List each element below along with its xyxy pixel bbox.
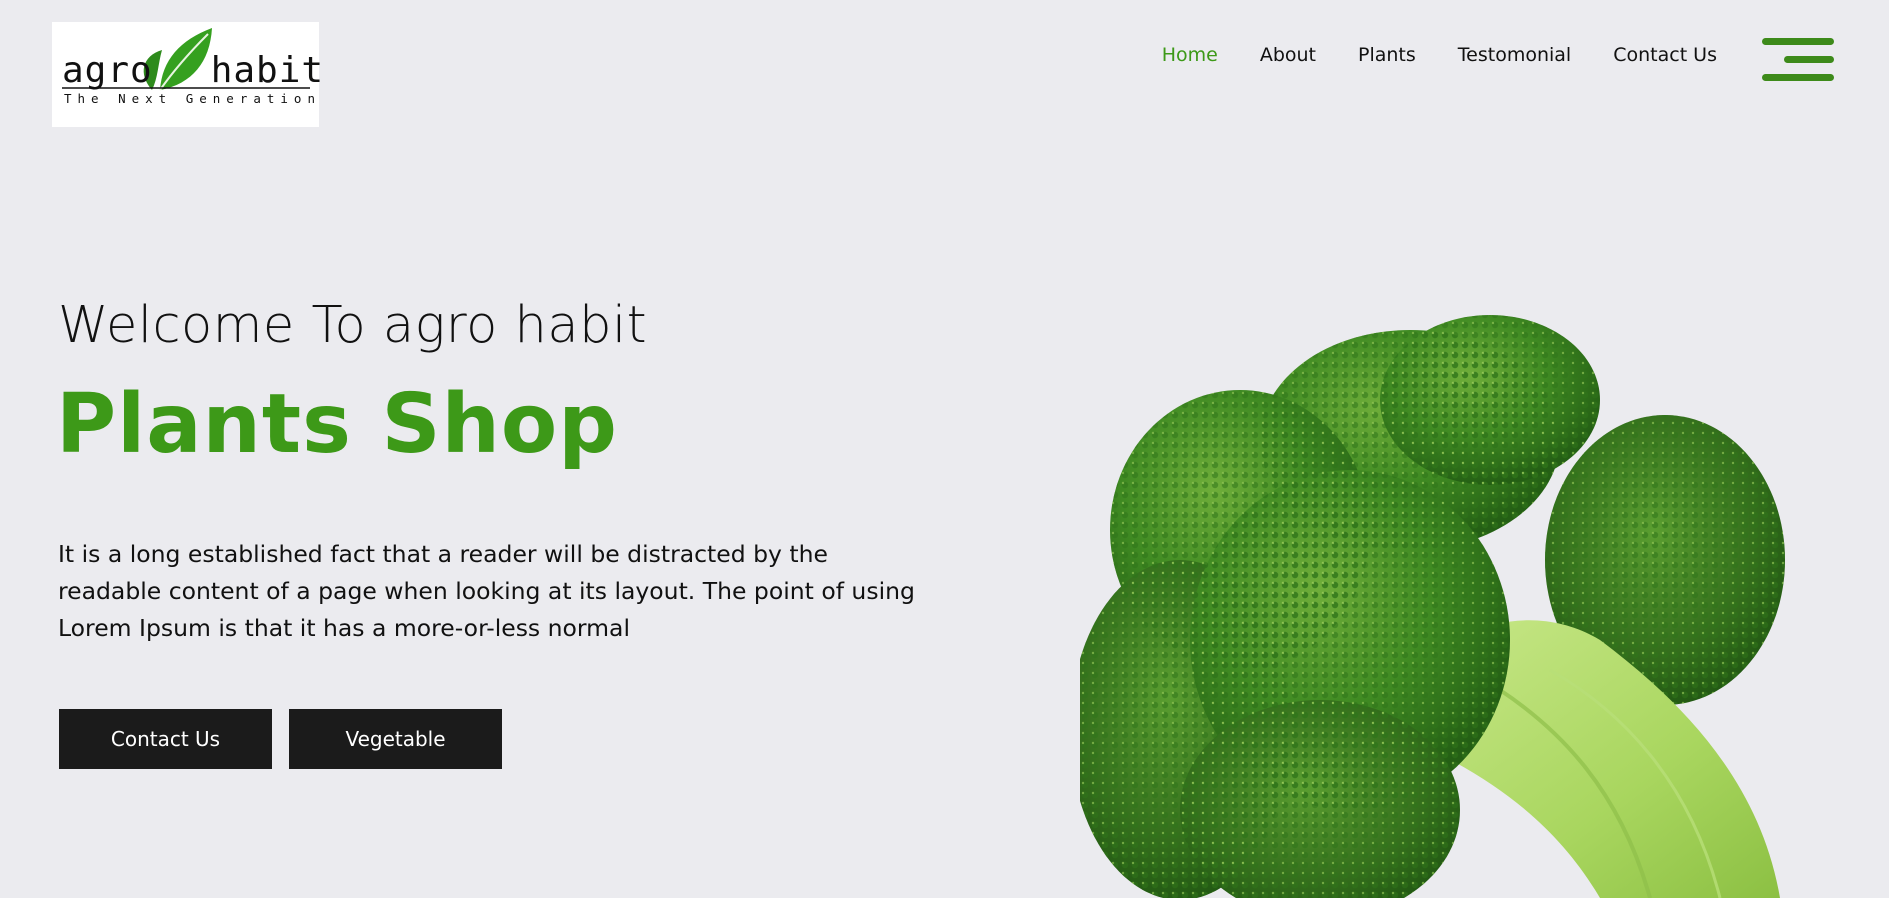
logo-wordmark: agro habit (62, 50, 324, 91)
hero-title: Plants Shop (56, 377, 618, 472)
nav-contact-us[interactable]: Contact Us (1613, 44, 1717, 66)
contact-us-button[interactable]: Contact Us (59, 709, 272, 769)
main-nav: Home About Plants Testomonial Contact Us (1162, 44, 1717, 66)
nav-about[interactable]: About (1260, 44, 1316, 66)
logo[interactable]: agro habit The Next Generation (52, 22, 323, 127)
logo-tagline: The Next Generation (64, 91, 321, 106)
nav-home[interactable]: Home (1162, 44, 1218, 66)
nav-testimonial[interactable]: Testomonial (1458, 44, 1571, 66)
logo-word-agro: agro (62, 50, 153, 91)
hero-description: It is a long established fact that a rea… (58, 540, 915, 642)
vegetable-button[interactable]: Vegetable (289, 709, 502, 769)
hamburger-menu-icon[interactable] (1762, 36, 1834, 84)
nav-plants[interactable]: Plants (1358, 44, 1416, 66)
logo-word-habit: habit (210, 50, 325, 91)
broccoli-image (1080, 310, 1800, 898)
hero-welcome: Welcome To agro habit (58, 296, 648, 355)
